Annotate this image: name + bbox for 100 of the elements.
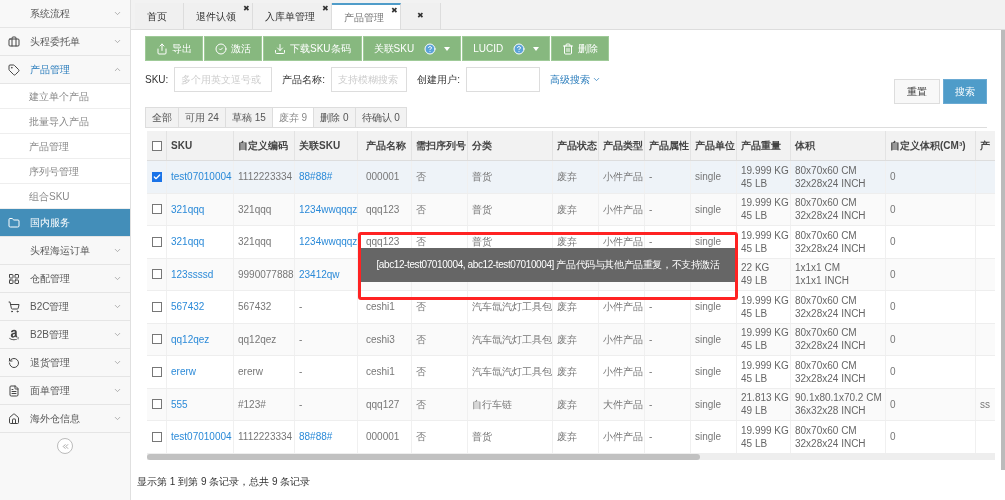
table-cell-text: 49 LB <box>741 274 769 288</box>
table-cell-text: - <box>649 235 653 250</box>
table-cell: 32x28x24 INCH <box>795 371 866 385</box>
table-cell-text: 80x70x60 CM <box>795 196 858 210</box>
table-cell-text: - <box>649 365 653 380</box>
sidebar-label: 头程海运订单 <box>30 244 91 258</box>
table-cell-text: 45 LB <box>741 176 769 190</box>
table-cell-text: 9990077888 <box>238 267 294 282</box>
table-cell-text: 1112223334 <box>238 430 293 445</box>
table-cell-text: 废弃 <box>557 170 577 185</box>
table-cell: 19.999 KG <box>741 423 789 437</box>
table-cell-text: 1x1x1 CM <box>795 261 841 275</box>
table-cell-text: 汽车氙汽灯工具包 <box>472 365 552 380</box>
table-cell-text: qq12qez <box>238 332 277 347</box>
table-cell-text: 小件产品 <box>603 300 643 315</box>
table-cell-text: 废弃 <box>557 300 577 315</box>
column-header: 产 <box>980 139 990 153</box>
table-cell-text: 小件产品 <box>603 430 643 445</box>
table-cell-text: 小件产品 <box>603 332 643 347</box>
table-cell-text: 45 LB <box>741 306 769 320</box>
tab-label: 退件认领 <box>196 9 237 24</box>
table-cell-text: 1112223334 <box>238 170 293 185</box>
column-header: 分类 <box>472 139 492 153</box>
table-cell-text: 0 <box>890 332 896 347</box>
column-header: 关联SKU <box>299 139 341 153</box>
tab-label: 首页 <box>147 9 168 24</box>
table-cell-text: 80x70x60 CM <box>795 358 858 372</box>
table-cell-text: 45 LB <box>741 436 769 450</box>
table-cell: 32x28x24 INCH <box>795 209 866 223</box>
pagination-info: 显示第 1 到第 9 条记录，总共 9 条记录 <box>137 475 311 487</box>
table-cell-text: - <box>649 397 653 412</box>
table-cell-text: 000001 <box>366 430 400 445</box>
table-cell: 21.813 KG <box>741 391 789 405</box>
sidebar-label: 产品管理 <box>30 63 71 77</box>
table-cell-text: 0 <box>890 430 896 445</box>
table-cell-text: - <box>649 332 653 347</box>
table-cell-text: 废弃 <box>557 332 577 347</box>
filter-label: 创建用户: <box>417 73 460 87</box>
table-cell-text: 废弃 <box>557 430 577 445</box>
table-cell-text: #123# <box>238 397 266 412</box>
table-cell: 1x1x1 INCH <box>795 274 849 288</box>
table-cell-text: 否 <box>416 397 426 412</box>
table-cell-text: - <box>649 170 653 185</box>
table-cell-text: 80x70x60 CM <box>795 326 858 340</box>
table-cell: 19.999 KG <box>741 326 789 340</box>
column-header: 产品单位 <box>695 139 735 153</box>
table-cell-text: qqq123 <box>366 202 400 217</box>
sidebar-label: 海外仓信息 <box>30 412 81 426</box>
table-cell-text: 80x70x60 CM <box>795 228 858 242</box>
table-cell-text: 0 <box>890 202 896 217</box>
column-header: 自定义体积(CM³) <box>890 139 966 153</box>
table-cell-text: 0 <box>890 267 896 282</box>
table-cell-text: 0 <box>890 300 896 315</box>
table-cell-text: - <box>299 397 303 412</box>
table-cell-text: 普货 <box>472 170 492 185</box>
column-header: 产品属性 <box>649 139 689 153</box>
table-cell-text: 普货 <box>472 235 492 250</box>
table-cell-text: 567432 <box>238 300 272 315</box>
sidebar-label: B2B管理 <box>30 328 70 342</box>
table-cell-text: ceshi3 <box>366 332 395 347</box>
error-toast: [abc12-test07010004, abc12-test07010004] 产品代码与其他产品重复，不支持激活 <box>361 248 735 282</box>
table-cell-text: 321qqq <box>238 235 272 250</box>
table-cell-text: qqq123 <box>366 235 400 250</box>
table-cell: 19.999 KG <box>741 196 789 210</box>
table-cell-text: 否 <box>416 235 426 250</box>
table-cell-text: 废弃 <box>557 397 577 412</box>
table-cell-text: 80x70x60 CM <box>795 163 858 177</box>
table-cell-text: - <box>299 332 303 347</box>
table-cell-text: ceshi1 <box>366 300 395 315</box>
tab-label: 入库单管理 <box>265 9 316 24</box>
table-cell-text: 汽车氙汽灯工具包 <box>472 300 552 315</box>
table-cell-text: 45 LB <box>741 371 769 385</box>
table-cell-text: ss <box>980 397 990 412</box>
table-cell-text: 000001 <box>366 170 400 185</box>
table-cell-text: 80x70x60 CM <box>795 293 858 307</box>
table-cell: 19.999 KG <box>741 293 789 307</box>
table-cell-text: 小件产品 <box>603 235 643 250</box>
table-cell-text: 0 <box>890 397 896 412</box>
column-header: 产品重量 <box>741 139 781 153</box>
table-cell-text: - <box>649 202 653 217</box>
table-cell: 90.1x80.1x70.2 CM <box>795 391 882 405</box>
table-cell-text: 80x70x60 CM <box>795 423 858 437</box>
table-cell-text: 否 <box>416 300 426 315</box>
table-cell-text: 否 <box>416 365 426 380</box>
table-cell-text: single <box>695 397 722 412</box>
table-cell-text: 0 <box>890 235 896 250</box>
table-cell-text: single <box>695 365 722 380</box>
sidebar-label: B2C管理 <box>30 300 71 314</box>
sidebar-label: 仓配管理 <box>30 272 71 286</box>
column-header: 体积 <box>795 139 815 153</box>
table-cell: 32x28x24 INCH <box>795 436 866 450</box>
table-cell-text: single <box>695 300 722 315</box>
table-cell-text: 普货 <box>472 430 492 445</box>
table-cell: 32x28x24 INCH <box>795 306 866 320</box>
table-cell-text: 废弃 <box>557 235 577 250</box>
table-cell: 32x28x24 INCH <box>795 339 866 353</box>
table-cell-text: single <box>695 235 722 250</box>
table-cell-text: 49 LB <box>741 404 769 418</box>
table-cell: 19.999 KG <box>741 358 789 372</box>
table-cell: 19.999 KG <box>741 163 789 177</box>
